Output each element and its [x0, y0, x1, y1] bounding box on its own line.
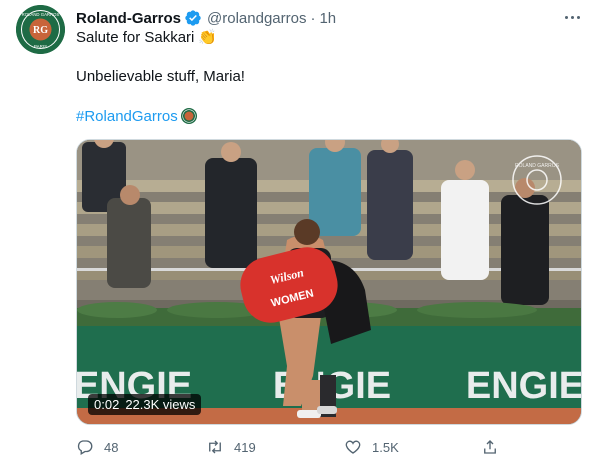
tweet-text: Salute for Sakkari: [76, 29, 195, 46]
svg-text:PARIS: PARIS: [34, 44, 47, 49]
video-frame: ENGIE ENGIE ENGIE Wilson WOMEN: [77, 140, 582, 424]
reply-icon: [77, 440, 93, 455]
author-name[interactable]: Roland-Garros: [76, 10, 181, 27]
author-handle[interactable]: @rolandgarros: [207, 10, 306, 27]
roland-garros-logo-emoji-icon: [180, 108, 197, 124]
hashtag-line: #RolandGarros: [76, 107, 197, 127]
ad-board-right: ENGIE: [466, 365, 582, 407]
separator-dot: ·: [310, 9, 316, 27]
roland-garros-watermark: ROLAND GARROS: [512, 155, 562, 205]
more-options-icon[interactable]: [560, 7, 584, 27]
avatar[interactable]: RG ROLAND GARROS PARIS: [16, 5, 65, 54]
share-icon: [484, 440, 496, 454]
hashtag-link[interactable]: #RolandGarros: [76, 108, 178, 125]
tweet-header: Roland-Garros @rolandgarros · 1h: [76, 8, 336, 28]
verified-badge-icon: [185, 10, 201, 26]
video-meta-badge: 0:02 22.3K views: [88, 394, 202, 415]
video-views: 22.3K views: [125, 397, 196, 412]
tweet-text-line-2: Unbelievable stuff, Maria!: [76, 68, 245, 85]
svg-text:RG: RG: [33, 25, 48, 36]
like-count: 1.5K: [372, 439, 399, 455]
retweet-icon: [209, 440, 221, 454]
retweet-button[interactable]: 419: [206, 436, 256, 458]
tweet-text-line-1: Salute for Sakkari 👏: [76, 28, 217, 48]
video-time: 0:02: [94, 397, 120, 412]
svg-text:ROLAND GARROS: ROLAND GARROS: [515, 163, 560, 169]
tweet-timestamp[interactable]: 1h: [319, 10, 336, 27]
reply-count: 48: [104, 439, 119, 455]
heart-icon: [345, 440, 361, 454]
reply-button[interactable]: 48: [76, 436, 118, 458]
retweet-count: 419: [234, 439, 256, 455]
video-player[interactable]: ENGIE ENGIE ENGIE Wilson WOMEN ROLAND GA…: [76, 139, 582, 425]
tweet-actions: 48 419 1.5K: [76, 436, 582, 458]
roland-garros-logo: RG ROLAND GARROS PARIS: [16, 5, 65, 54]
svg-text:ROLAND GARROS: ROLAND GARROS: [22, 12, 60, 17]
like-button[interactable]: 1.5K: [344, 436, 399, 458]
clapping-hands-icon: 👏: [198, 29, 218, 46]
share-button[interactable]: [481, 436, 499, 458]
